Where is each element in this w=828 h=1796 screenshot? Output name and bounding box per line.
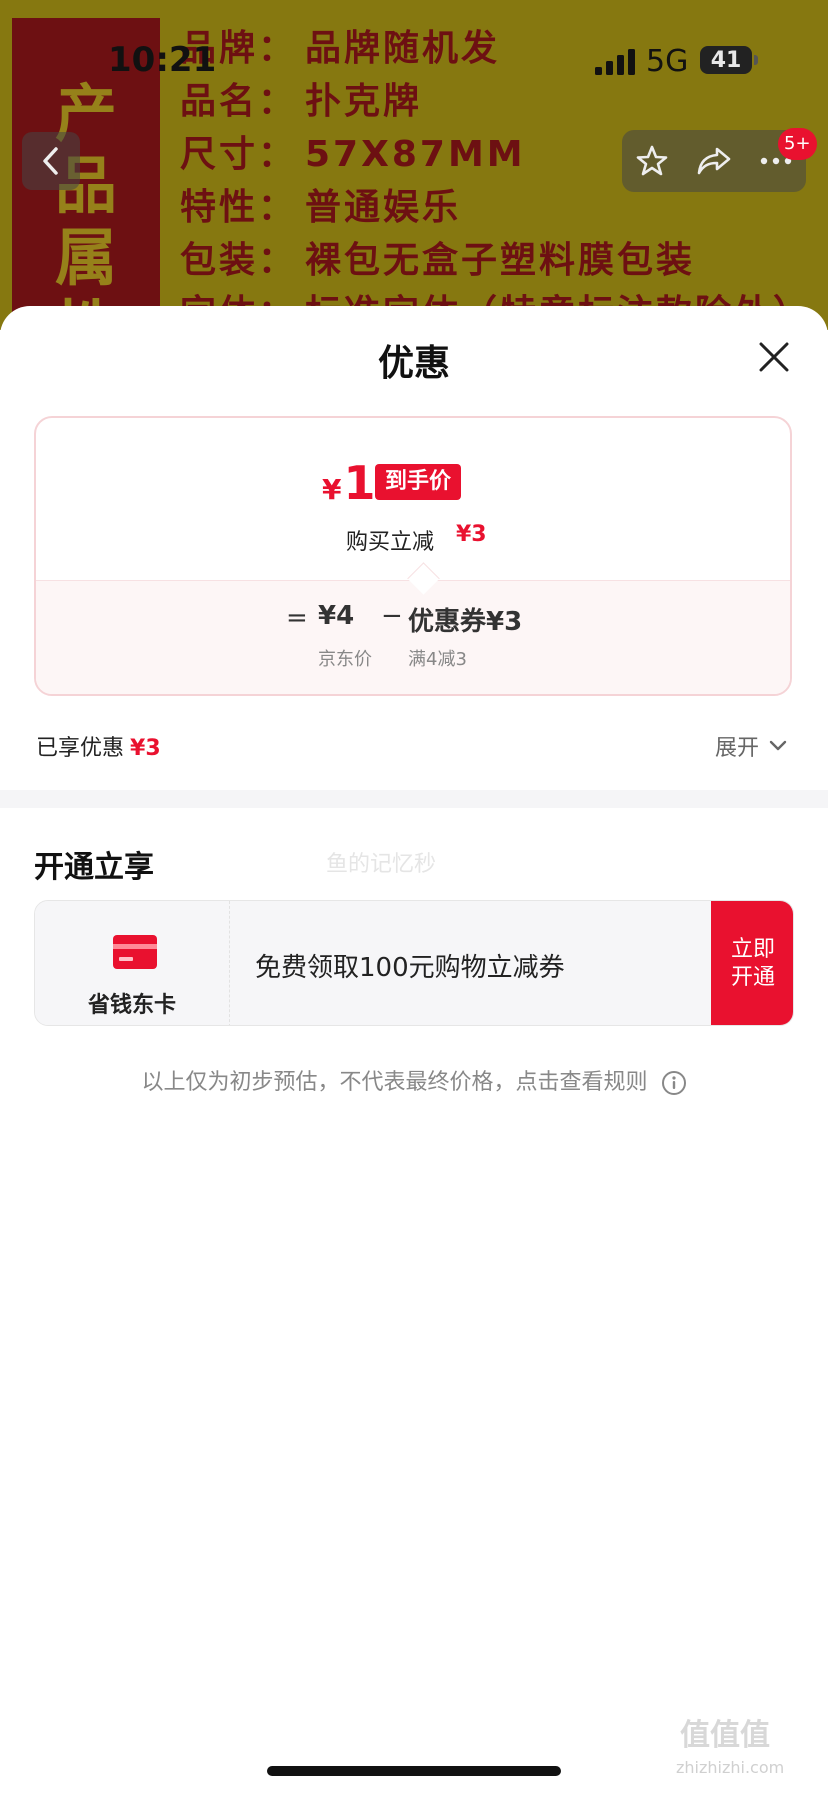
activate-button[interactable]: 立即 开通 <box>711 901 793 1025</box>
currency-symbol: ¥ <box>322 473 342 506</box>
network-type: 5G <box>646 44 689 79</box>
final-price-area: ¥ 1 到手价 购买立减 ¥3 <box>36 418 790 580</box>
battery-icon: 41 <box>700 46 758 74</box>
jd-price-label: 京东价 <box>318 649 372 670</box>
instant-discount-label: 购买立减 <box>346 530 435 555</box>
final-price-tag: 到手价 <box>375 464 462 500</box>
instant-discount-amount: ¥3 <box>456 522 487 547</box>
membership-name: 省钱东卡 <box>87 993 176 1018</box>
credit-card-icon <box>113 935 157 969</box>
activate-label-line1: 立即 <box>730 937 775 962</box>
equals-sign: = <box>286 603 308 633</box>
membership-offer: 免费领取100元购物立减券 <box>255 953 565 983</box>
corner-watermark: 值值值 <box>680 1718 770 1753</box>
coupon-rule: 满4减3 <box>408 649 467 670</box>
star-icon[interactable] <box>635 144 669 178</box>
section-title: 开通立享 <box>34 850 154 885</box>
corner-watermark-site: zhizhizhi.com <box>676 1758 785 1777</box>
share-icon[interactable] <box>696 145 732 177</box>
discount-sheet: 优惠 ¥ 1 到手价 购买立减 ¥3 = ¥4 京东价 − 优惠券¥3 满4减3… <box>0 306 828 1796</box>
membership-card[interactable]: 省钱东卡 免费领取100元购物立减券 立即 开通 <box>34 900 794 1026</box>
membership-brand: 省钱东卡 <box>35 901 230 1025</box>
sheet-title: 优惠 <box>377 343 450 384</box>
rules-link[interactable]: 以上仅为初步预估，不代表最终价格，点击查看规则 <box>0 1064 828 1096</box>
info-icon <box>661 1071 686 1095</box>
enjoyed-discount-label: 已享优惠 <box>36 736 125 761</box>
activate-label-line2: 开通 <box>730 965 775 990</box>
chevron-left-icon <box>43 147 58 175</box>
section-divider <box>0 790 828 808</box>
status-bar: 10:21 5G 41 <box>0 0 828 120</box>
disclaimer-text: 以上仅为初步预估，不代表最终价格，点击查看规则 <box>141 1070 648 1095</box>
price-breakdown-card: ¥ 1 到手价 购买立减 ¥3 = ¥4 京东价 − 优惠券¥3 满4减3 <box>34 416 792 696</box>
notification-badge: 5+ <box>778 128 817 160</box>
home-indicator[interactable] <box>267 1766 561 1776</box>
enjoyed-discount-amount: ¥3 <box>130 736 161 761</box>
coupon-value: 优惠券¥3 <box>408 607 523 637</box>
signal-icon <box>595 49 635 75</box>
status-time: 10:21 <box>108 40 217 80</box>
final-price: ¥ 1 <box>322 456 376 510</box>
back-button[interactable] <box>22 132 80 190</box>
close-icon[interactable] <box>753 336 795 378</box>
minus-sign: − <box>381 601 403 631</box>
battery-level: 41 <box>710 47 742 73</box>
chevron-down-icon <box>769 740 787 751</box>
expand-button[interactable]: 展开 <box>715 730 787 762</box>
watermark-text: 鱼的记忆秒 <box>326 852 437 877</box>
enjoyed-discount: 已享优惠 ¥3 <box>36 730 161 762</box>
expand-label: 展开 <box>715 736 760 761</box>
price-formula: = ¥4 京东价 − 优惠券¥3 满4减3 <box>36 580 790 694</box>
jd-price-value: ¥4 <box>318 601 355 631</box>
final-price-value: 1 <box>343 456 376 510</box>
